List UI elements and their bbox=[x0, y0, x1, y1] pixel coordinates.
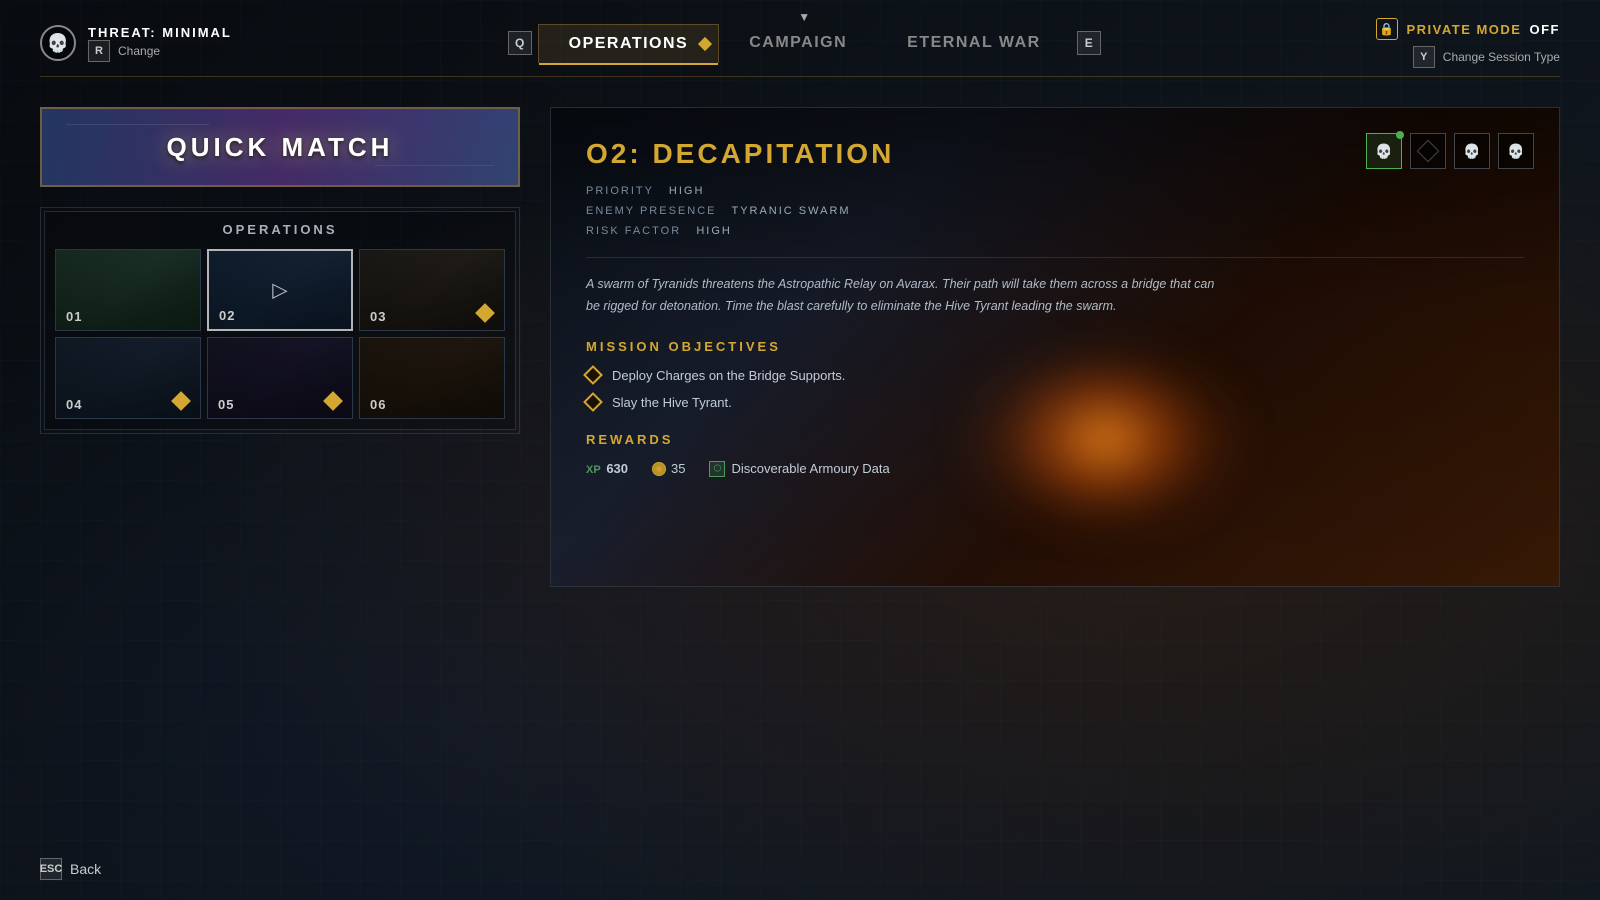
op-tile-5-icon bbox=[326, 394, 344, 412]
objective-text-1: Deploy Charges on the Bridge Supports. bbox=[612, 368, 845, 383]
header-separator bbox=[40, 76, 1560, 77]
private-mode: 🔒 PRIVATE MODE OFF bbox=[1376, 18, 1560, 40]
data-icon: ⬡ bbox=[709, 461, 725, 477]
op-tile-4[interactable]: 04 bbox=[55, 337, 201, 419]
back-button[interactable]: ESC Back bbox=[40, 858, 101, 880]
back-label: Back bbox=[70, 861, 101, 877]
content-area: QUICK MATCH OPERATIONS 01 bbox=[0, 87, 1600, 607]
op-tile-2-num: 02 bbox=[219, 308, 235, 323]
tab-arrow-icon: ▼ bbox=[798, 10, 810, 24]
objectives-list: Deploy Charges on the Bridge Supports. S… bbox=[586, 368, 1524, 410]
tab-eternal-war-label: Eternal War bbox=[907, 34, 1041, 51]
session-key-badge: Y bbox=[1413, 46, 1435, 68]
tab-campaign-label: Campaign bbox=[749, 34, 847, 51]
xp-label: XP bbox=[586, 464, 601, 476]
diff-diamond-1 bbox=[1417, 140, 1440, 163]
mission-meta: PRIORITY HIGH ENEMY PRESENCE TYRANIC SWA… bbox=[586, 182, 1524, 241]
mission-detail-panel: 💀 💀 💀 O2: DECAPITATION PRIORITY HIGH bbox=[550, 107, 1560, 587]
mission-content: 💀 💀 💀 O2: DECAPITATION PRIORITY HIGH bbox=[551, 108, 1559, 507]
diff-icon-skull-2: 💀 bbox=[1454, 133, 1490, 169]
rewards-title: REWARDS bbox=[586, 432, 1524, 447]
op-tile-6[interactable]: 06 bbox=[359, 337, 505, 419]
enemy-value: TYRANIC SWARM bbox=[731, 205, 850, 217]
priority-row: PRIORITY HIGH bbox=[586, 182, 1524, 202]
rewards-section: XP 630 35 ⬡ Discoverable Armoury Data bbox=[586, 461, 1524, 477]
tab-key-q: Q bbox=[508, 31, 532, 55]
objective-item-2: Slay the Hive Tyrant. bbox=[586, 395, 1524, 410]
mission-description: A swarm of Tyranids threatens the Astrop… bbox=[586, 274, 1226, 317]
threat-prefix: THREAT: bbox=[88, 25, 157, 40]
coins-value: 35 bbox=[671, 461, 685, 476]
op-tile-4-num: 04 bbox=[66, 397, 82, 412]
change-key-badge: R bbox=[88, 40, 110, 62]
risk-value: HIGH bbox=[696, 225, 732, 237]
op-tile-5[interactable]: 05 bbox=[207, 337, 353, 419]
footer-bar: ESC Back bbox=[40, 858, 101, 880]
tab-navigation: ▼ Q Operations Campaign Eternal War E bbox=[502, 24, 1107, 63]
tab-operations[interactable]: Operations bbox=[538, 24, 720, 63]
cursor-icon: ▷ bbox=[272, 278, 287, 303]
diamond-icon-3 bbox=[475, 303, 495, 323]
session-type[interactable]: Y Change Session Type bbox=[1413, 46, 1560, 68]
tab-key-e: E bbox=[1077, 31, 1101, 55]
priority-value: HIGH bbox=[669, 185, 705, 197]
meta-separator bbox=[586, 257, 1524, 258]
diff-icon-skull-3: 💀 bbox=[1498, 133, 1534, 169]
op-tile-5-num: 05 bbox=[218, 397, 234, 412]
obj-diamond-icon-1 bbox=[583, 365, 603, 385]
header-right: 🔒 PRIVATE MODE OFF Y Change Session Type bbox=[1376, 18, 1560, 68]
tab-campaign[interactable]: Campaign bbox=[719, 24, 877, 62]
threat-change[interactable]: R Change bbox=[88, 40, 232, 62]
op-tile-3-icon bbox=[478, 306, 496, 324]
risk-row: RISK FACTOR HIGH bbox=[586, 222, 1524, 242]
threat-label: THREAT: MINIMAL bbox=[88, 25, 232, 40]
private-mode-value: OFF bbox=[1529, 22, 1560, 37]
diff-icon-1 bbox=[1410, 133, 1446, 169]
reward-data: ⬡ Discoverable Armoury Data bbox=[709, 461, 889, 477]
quick-match-button[interactable]: QUICK MATCH bbox=[40, 107, 520, 187]
reward-xp: XP 630 bbox=[586, 461, 628, 476]
tab-eternal-war[interactable]: Eternal War bbox=[877, 24, 1071, 62]
op-tile-1[interactable]: 01 bbox=[55, 249, 201, 331]
op-tile-6-num: 06 bbox=[370, 397, 386, 412]
op-tile-4-icon bbox=[174, 394, 192, 412]
main-content: 💀 THREAT: MINIMAL R Change ▼ Q Operatio bbox=[0, 0, 1600, 900]
change-label: Change bbox=[118, 44, 160, 58]
xp-value: 630 bbox=[606, 461, 628, 476]
coin-icon bbox=[652, 462, 666, 476]
objectives-title: MISSION OBJECTIVES bbox=[586, 339, 1524, 354]
quick-match-label: QUICK MATCH bbox=[167, 132, 394, 163]
header: 💀 THREAT: MINIMAL R Change ▼ Q Operatio bbox=[0, 0, 1600, 68]
op-tile-1-num: 01 bbox=[66, 309, 82, 324]
objective-item-1: Deploy Charges on the Bridge Supports. bbox=[586, 368, 1524, 383]
enemy-row: ENEMY PRESENCE TYRANIC SWARM bbox=[586, 202, 1524, 222]
objective-text-2: Slay the Hive Tyrant. bbox=[612, 395, 732, 410]
diamond-icon-4 bbox=[171, 391, 191, 411]
active-indicator bbox=[1396, 131, 1404, 139]
operations-section: OPERATIONS 01 ▷ 02 bbox=[40, 207, 520, 434]
operations-inner: OPERATIONS 01 ▷ 02 bbox=[44, 211, 516, 430]
diamond-icon-5 bbox=[323, 391, 343, 411]
threat-section: 💀 THREAT: MINIMAL R Change bbox=[40, 25, 232, 62]
session-type-label: Change Session Type bbox=[1443, 50, 1560, 64]
operations-grid: 01 ▷ 02 03 bbox=[55, 249, 505, 419]
back-key-badge: ESC bbox=[40, 858, 62, 880]
tab-diamond-icon bbox=[698, 36, 712, 50]
operations-section-label: OPERATIONS bbox=[55, 222, 505, 237]
op-tile-2[interactable]: ▷ 02 bbox=[207, 249, 353, 331]
difficulty-icons: 💀 💀 💀 bbox=[1366, 133, 1534, 169]
left-panel: QUICK MATCH OPERATIONS 01 bbox=[40, 107, 520, 587]
data-label: Discoverable Armoury Data bbox=[731, 461, 889, 476]
diff-icon-skull-active: 💀 bbox=[1366, 133, 1402, 169]
obj-diamond-icon-2 bbox=[583, 392, 603, 412]
threat-value: MINIMAL bbox=[162, 25, 232, 40]
skull-icon: 💀 bbox=[40, 25, 76, 61]
op-tile-3-num: 03 bbox=[370, 309, 386, 324]
reward-coins: 35 bbox=[652, 461, 685, 476]
shield-icon: 🔒 bbox=[1376, 18, 1398, 40]
private-mode-label: PRIVATE MODE bbox=[1406, 22, 1521, 37]
tab-operations-label: Operations bbox=[569, 35, 689, 52]
op-tile-3[interactable]: 03 bbox=[359, 249, 505, 331]
